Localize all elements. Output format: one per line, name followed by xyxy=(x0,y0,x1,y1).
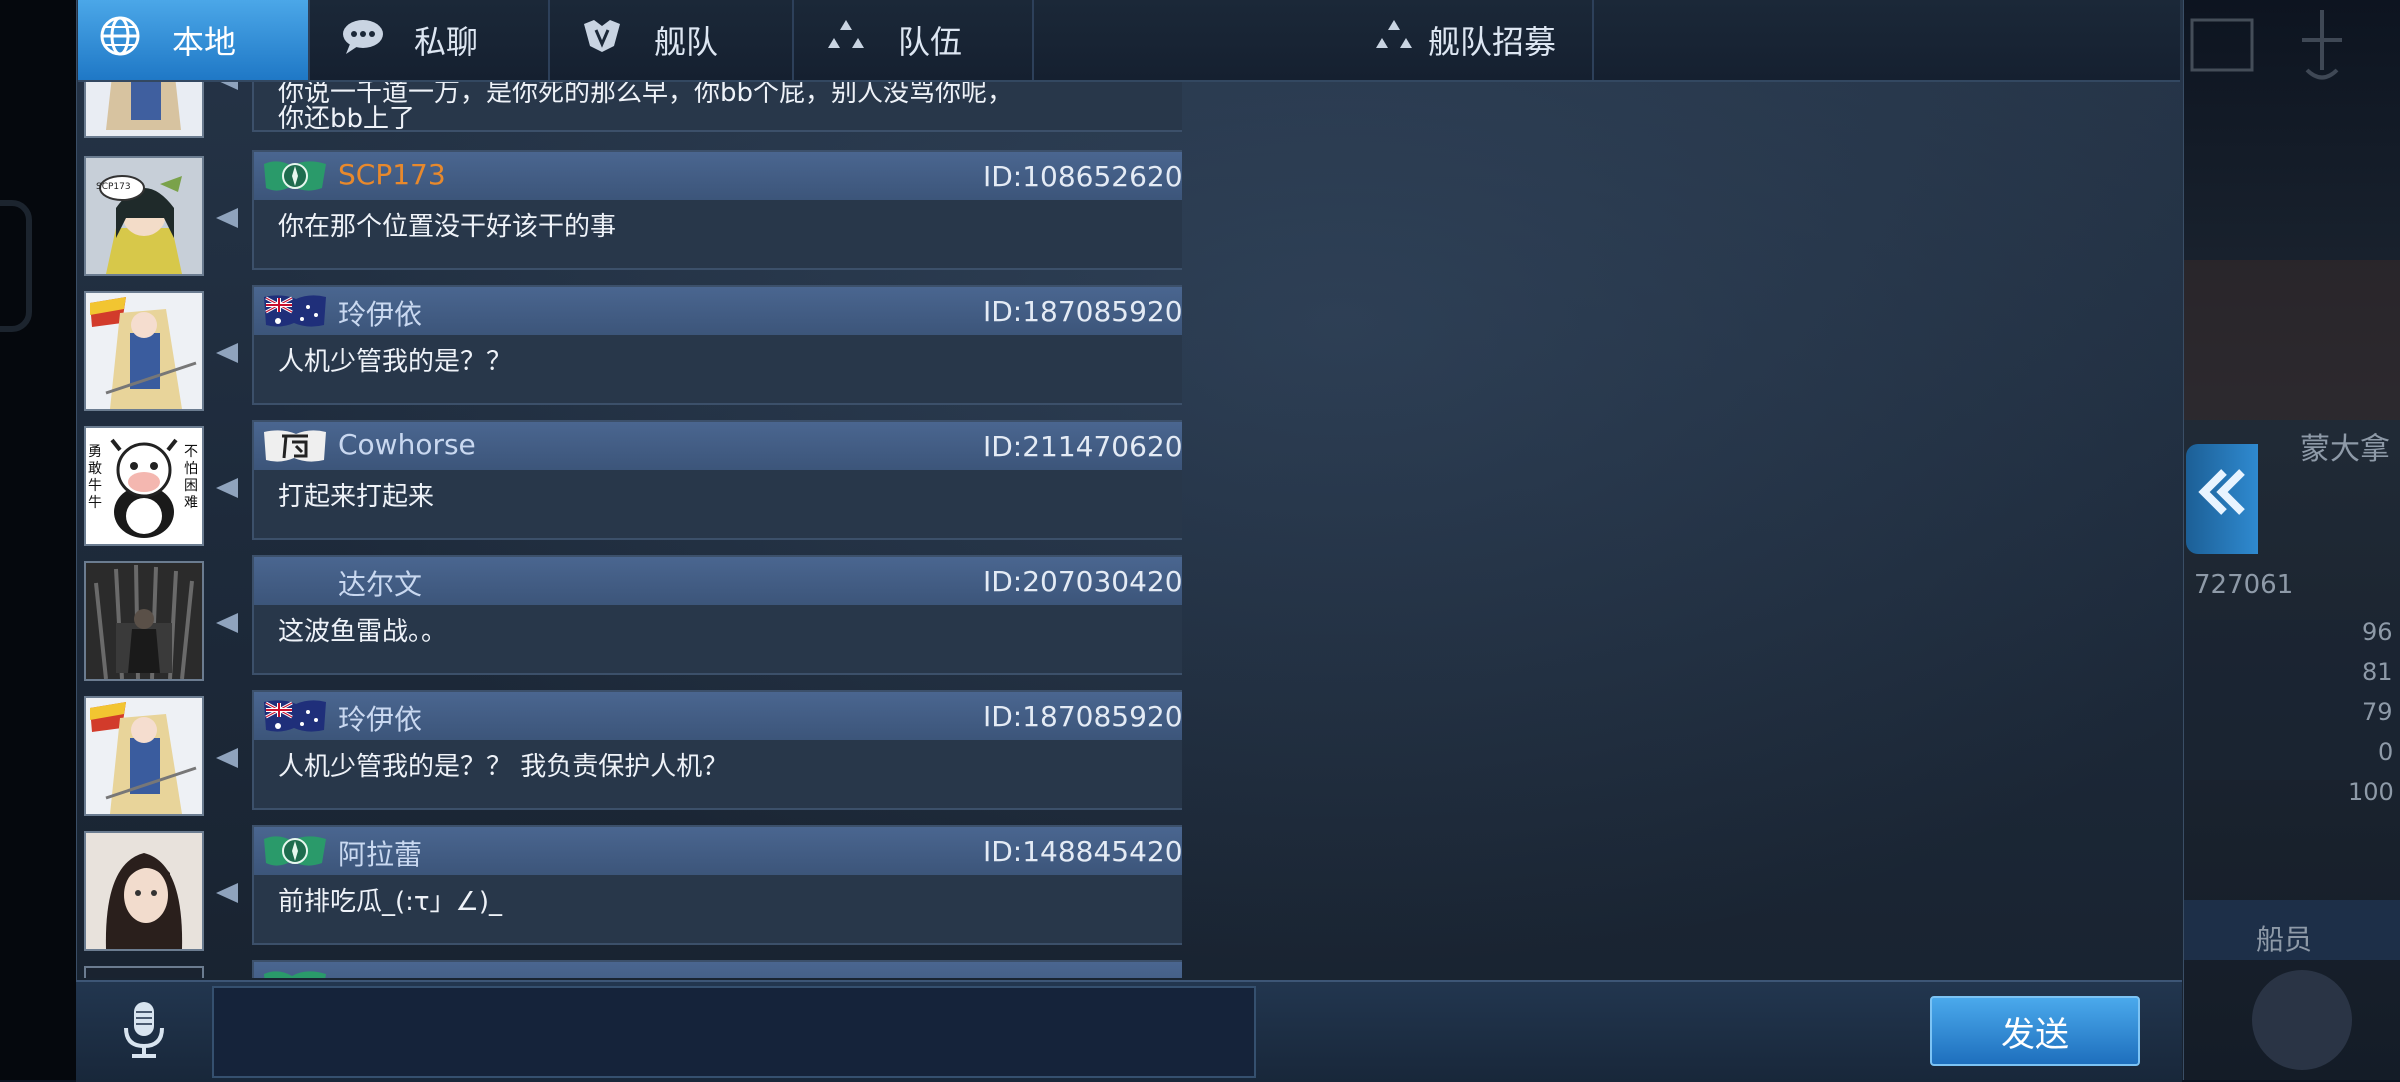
message-bubble: SCP173 ID:108652620006 你在那个位置没干好该干的事 xyxy=(252,150,1182,270)
username[interactable]: Cowhorse xyxy=(338,428,476,461)
bubble-pointer xyxy=(216,478,238,498)
fleet-emblem-icon xyxy=(580,16,624,65)
message-bubble: 达尔文 ID:207030420005 这波鱼雷战。。 xyxy=(252,555,1182,675)
double-chevron-left-icon xyxy=(2196,466,2248,532)
username[interactable]: 阿拉蕾 xyxy=(338,833,422,873)
username[interactable]: 玲伊依 xyxy=(338,698,422,738)
bubble-pointer xyxy=(216,613,238,633)
user-id: ID:108652620006 xyxy=(982,160,1182,193)
avatar[interactable] xyxy=(84,561,204,681)
tab-fleet[interactable]: 舰队 xyxy=(550,0,794,80)
user-id: ID:211470620004 xyxy=(982,430,1182,463)
avatar-caption-left: 勇敢牛牛 xyxy=(88,444,102,511)
user-id: ID:148845420003 xyxy=(982,835,1182,868)
bubble-pointer xyxy=(216,208,238,228)
message-text: 打起来打起来 xyxy=(278,482,435,512)
message-text-line: 你还bb上了 xyxy=(278,104,416,134)
message-list[interactable]: 你说一千道一万，是你死的那么早，你bb个屁，别人没骂你呢， 你还bb上了 SCP… xyxy=(78,82,1182,978)
avatar-caption-right: 不怕困难 xyxy=(184,444,198,511)
message-header: 阿拉蕾 ID:148845420003 xyxy=(254,827,1182,875)
tab-team[interactable]: 队伍 xyxy=(794,0,1034,80)
message-bubble xyxy=(252,960,1182,978)
message-text: 前排吃瓜_(:τ」∠)_ xyxy=(278,887,503,917)
team-dots-icon xyxy=(1372,18,1416,63)
message-bubble: 阿拉蕾 ID:148845420003 前排吃瓜_(:τ」∠)_ xyxy=(252,825,1182,945)
user-id: ID:187085920001 xyxy=(982,295,1182,328)
message-text: 这波鱼雷战。。 xyxy=(278,617,448,647)
username[interactable]: 玲伊依 xyxy=(338,293,422,333)
avatar[interactable] xyxy=(84,696,204,816)
compass-badge-icon xyxy=(264,161,326,191)
username[interactable]: 达尔文 xyxy=(338,563,422,603)
bubble-pointer xyxy=(216,82,238,90)
chat-message-input[interactable] xyxy=(212,986,1256,1078)
speech-bubble-icon xyxy=(340,16,384,65)
tab-private-label: 私聊 xyxy=(414,23,479,61)
microphone-icon[interactable] xyxy=(112,998,176,1062)
collapse-panel-button[interactable] xyxy=(2186,444,2258,554)
message-header: 玲伊依 ID:187085920001 xyxy=(254,287,1182,335)
message-bubble: Cowhorse ID:211470620004 打起来打起来 xyxy=(252,420,1182,540)
chat-message: SCP173 SCP173 ID:108652620006 你在那个位置没干好该… xyxy=(78,150,1182,276)
team-dots-icon xyxy=(824,18,868,63)
message-header: 达尔文 ID:207030420005 xyxy=(254,557,1182,605)
chat-message: 勇敢牛牛 不怕困难 Cowhorse ID:211470620004 打起来打起… xyxy=(78,420,1182,546)
chat-message: 你说一千道一万，是你死的那么早，你bb个屁，别人没骂你呢， 你还bb上了 xyxy=(78,82,1182,138)
bg-crew-label: 船员 xyxy=(2256,923,2313,956)
chat-message: 玲伊依 ID:187085920001 人机少管我的是？？ xyxy=(78,285,1182,411)
bg-stat: 100 xyxy=(2348,778,2394,806)
avatar[interactable] xyxy=(84,966,204,978)
compass-badge-icon xyxy=(264,836,326,866)
tab-fleet-recruit[interactable]: 舰队招募 xyxy=(1298,0,1594,80)
message-text: 你在那个位置没干好该干的事 xyxy=(278,212,617,242)
message-bubble: 你说一千道一万，是你死的那么早，你bb个屁，别人没骂你呢， 你还bb上了 xyxy=(252,82,1182,132)
bubble-pointer xyxy=(216,883,238,903)
bg-stat: 0 xyxy=(2378,738,2394,766)
message-header xyxy=(254,962,1182,978)
calligraphy-flag-icon xyxy=(264,430,326,462)
user-id: ID:187085920001 xyxy=(982,700,1182,733)
tab-local[interactable]: 本地 xyxy=(78,0,310,80)
message-bubble: 玲伊依 ID:187085920001 人机少管我的是？？ xyxy=(252,285,1182,405)
tab-private[interactable]: 私聊 xyxy=(310,0,550,80)
message-header: 玲伊依 ID:187085920001 xyxy=(254,692,1182,740)
send-button[interactable]: 发送 xyxy=(1930,996,2140,1066)
message-header: SCP173 ID:108652620006 xyxy=(254,152,1182,200)
avatar[interactable] xyxy=(84,82,204,138)
tab-team-label: 队伍 xyxy=(898,23,963,61)
message-text: 人机少管我的是？？ 我负责保护人机？ xyxy=(278,752,729,782)
australia-flag-icon xyxy=(264,295,326,327)
avatar[interactable]: 勇敢牛牛 不怕困难 xyxy=(84,426,204,546)
avatar-label: SCP173 xyxy=(96,182,131,192)
message-text: 你说一千道一万，是你死的那么早，你bb个屁，别人没骂你呢， 你还bb上了 xyxy=(278,82,1013,132)
chat-message: 阿拉蕾 ID:148845420003 前排吃瓜_(:τ」∠)_ xyxy=(78,825,1182,951)
message-bubble: 玲伊依 ID:187085920001 人机少管我的是？？ 我负责保护人机？ xyxy=(252,690,1182,810)
australia-flag-icon xyxy=(264,700,326,732)
bg-stat: 96 xyxy=(2362,618,2393,646)
bg-ship-id: 727061 xyxy=(2194,570,2294,600)
tab-fleet-recruit-label: 舰队招募 xyxy=(1428,23,1557,61)
chat-message: 玲伊依 ID:187085920001 人机少管我的是？？ 我负责保护人机？ xyxy=(78,690,1182,816)
bg-ship-name: 蒙大拿 xyxy=(2300,432,2390,467)
chat-message xyxy=(78,960,1182,978)
chat-input-bar: 发送 xyxy=(76,980,2182,1082)
bubble-pointer xyxy=(216,343,238,363)
user-id: ID:207030420005 xyxy=(982,565,1182,598)
tab-fleet-label: 舰队 xyxy=(654,23,719,61)
compass-badge-icon xyxy=(264,971,326,978)
chat-tab-bar: 本地 私聊 舰队 队伍 舰队招募 xyxy=(78,0,2180,82)
message-text: 人机少管我的是？？ xyxy=(278,347,513,377)
bubble-pointer xyxy=(216,748,238,768)
avatar[interactable]: SCP173 xyxy=(84,156,204,276)
screen-edge xyxy=(0,0,76,1080)
bg-stat: 79 xyxy=(2362,698,2393,726)
message-header: Cowhorse ID:211470620004 xyxy=(254,422,1182,470)
globe-icon xyxy=(98,14,142,67)
chat-message: 达尔文 ID:207030420005 这波鱼雷战。。 xyxy=(78,555,1182,681)
tab-local-label: 本地 xyxy=(172,23,237,61)
avatar[interactable] xyxy=(84,831,204,951)
username[interactable]: SCP173 xyxy=(338,158,446,191)
bg-stat: 81 xyxy=(2362,658,2393,686)
avatar[interactable] xyxy=(84,291,204,411)
